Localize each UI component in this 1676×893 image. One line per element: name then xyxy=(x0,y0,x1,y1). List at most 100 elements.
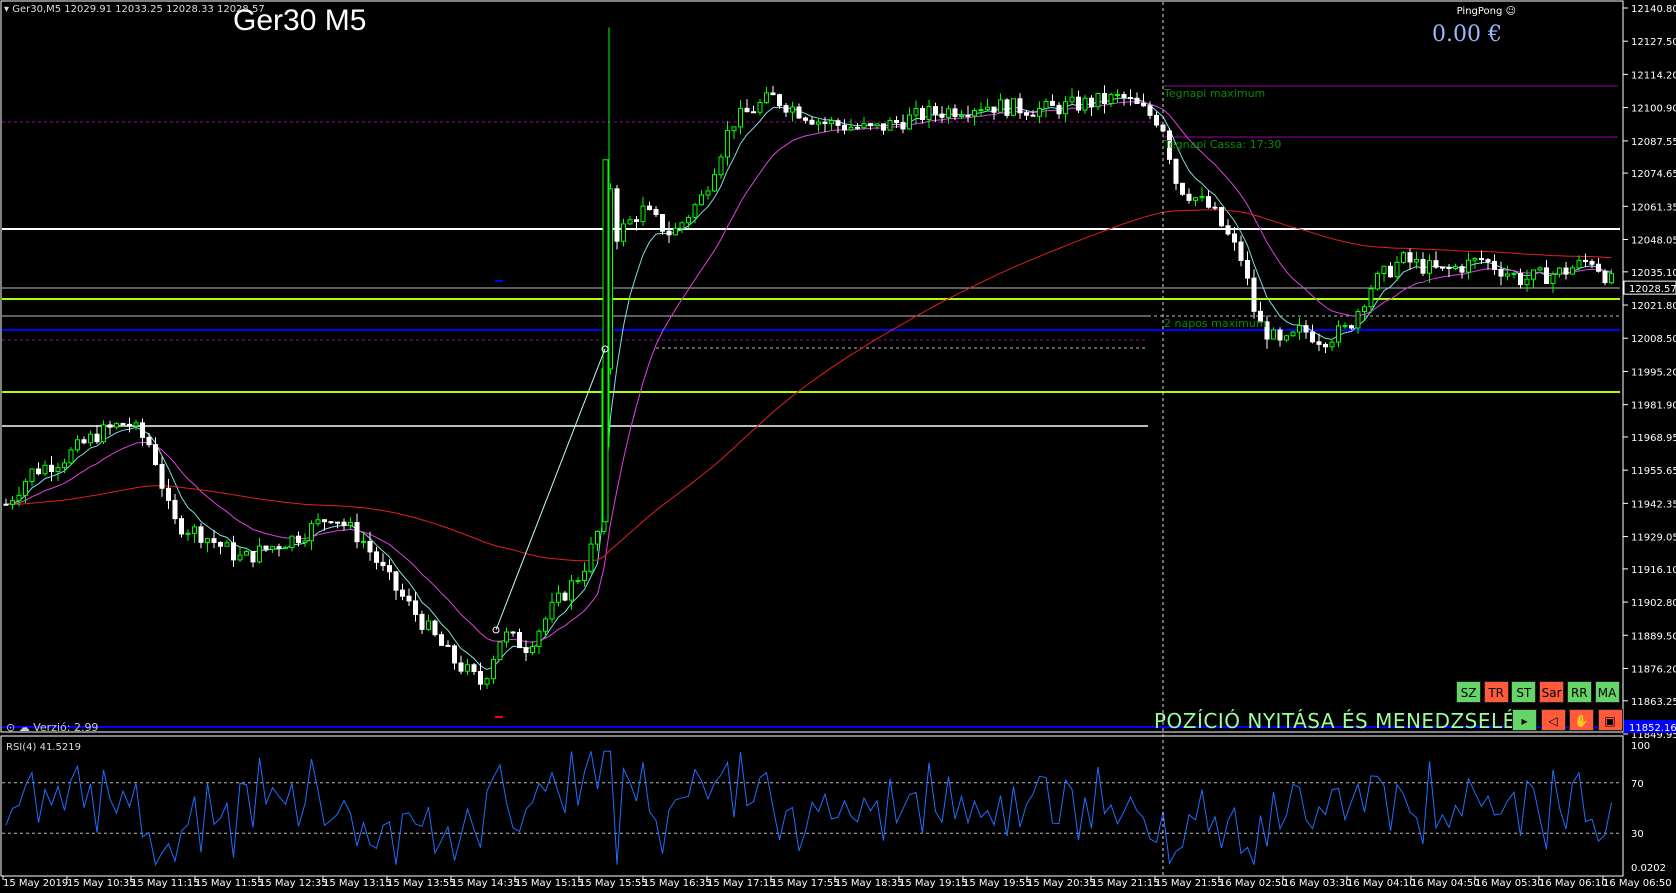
candle-body xyxy=(1524,278,1530,286)
candle-body xyxy=(3,503,9,506)
candle-body xyxy=(647,205,652,211)
rsi-chart-area[interactable] xyxy=(0,735,1624,877)
candle-body xyxy=(1329,341,1335,348)
candle-body xyxy=(354,522,360,543)
time-label: 16 May 06:10 xyxy=(1539,878,1608,889)
candle-body xyxy=(536,630,542,648)
candle-body xyxy=(1375,272,1380,290)
price-label: 12061.35 xyxy=(1631,202,1676,213)
time-label: 15 May 2019 xyxy=(3,878,68,889)
candle-body xyxy=(309,523,314,542)
candle-body xyxy=(835,120,841,126)
candle-body xyxy=(978,109,984,112)
candle-body xyxy=(809,119,815,125)
hand-icon[interactable]: ✋ xyxy=(1569,709,1594,731)
candle-body xyxy=(1063,101,1068,115)
panel-title: POZÍCIÓ NYITÁSA ÉS MENEDZSELÉS xyxy=(1154,709,1529,733)
price-label: 12035.10 xyxy=(1631,268,1676,279)
candle-body xyxy=(497,641,503,661)
candle-body xyxy=(1017,98,1023,114)
candle-body xyxy=(419,613,425,630)
candle-body xyxy=(1323,343,1328,348)
candle-body xyxy=(959,114,964,117)
panel-button-ma[interactable]: MA xyxy=(1594,681,1620,703)
settings-icon[interactable]: ⊙ ☁ xyxy=(6,721,33,734)
ea-name: PingPong ☺ xyxy=(1457,6,1516,17)
candle-body xyxy=(432,620,438,636)
candle-body xyxy=(543,618,548,632)
candle-body xyxy=(1082,97,1088,111)
candle-body xyxy=(1108,94,1114,105)
panel-button-rr[interactable]: RR xyxy=(1566,681,1592,703)
candle-body xyxy=(263,545,269,550)
time-label: 15 May 20:35 xyxy=(1027,878,1096,889)
candle-body xyxy=(595,530,600,545)
main-chart-area[interactable] xyxy=(0,0,1624,733)
candle-body xyxy=(1576,259,1582,269)
windows-icon[interactable]: ▣ xyxy=(1597,709,1623,731)
candle-body xyxy=(361,540,366,543)
triangle-down-icon[interactable]: ▾ xyxy=(4,4,12,15)
time-label: 15 May 14:35 xyxy=(451,878,520,889)
candle-body xyxy=(185,532,191,535)
candle-body xyxy=(1537,267,1543,271)
candle-body xyxy=(530,646,535,654)
candle-body xyxy=(1401,252,1406,263)
candle-body xyxy=(705,190,711,196)
two-day-max-label: 2 napos maximum xyxy=(1164,317,1267,330)
candle-body xyxy=(920,107,925,120)
candle-body xyxy=(179,518,184,535)
time-label: 15 May 13:55 xyxy=(387,878,456,889)
version-text: Verzió: 2.99 xyxy=(33,721,99,734)
candle-body xyxy=(504,631,509,643)
price-label: 12074.65 xyxy=(1631,169,1676,180)
candle-body xyxy=(302,540,308,543)
panel-button-sz[interactable]: SZ xyxy=(1456,681,1481,703)
candle-body xyxy=(549,601,555,620)
candle-body xyxy=(1115,94,1120,97)
candle-body xyxy=(1505,273,1510,277)
price-label: 11968.95 xyxy=(1631,433,1676,444)
candle-body xyxy=(881,123,886,131)
time-label: 15 May 11:55 xyxy=(195,878,264,889)
candle-body xyxy=(1518,272,1523,286)
time-label: 15 May 18:35 xyxy=(835,878,904,889)
candle-body xyxy=(1433,260,1439,268)
time-label: 15 May 21:55 xyxy=(1155,878,1224,889)
price-label: 12021.80 xyxy=(1631,301,1676,312)
candle-body xyxy=(387,565,392,573)
time-axis: 15 May 201915 May 10:3515 May 11:1515 Ma… xyxy=(2,876,1672,889)
symbol-ohlc: Ger30,M5 12029.91 12033.25 12028.33 1202… xyxy=(12,4,265,15)
candle-body xyxy=(1121,94,1127,99)
candle-body xyxy=(1004,99,1010,116)
candle-body xyxy=(231,542,236,561)
candle-body xyxy=(1303,325,1309,333)
panel-button-st[interactable]: ST xyxy=(1511,681,1537,703)
panel-button-tr[interactable]: TR xyxy=(1483,681,1509,703)
play-icon[interactable]: ▸ xyxy=(1512,709,1537,731)
candle-body xyxy=(822,121,828,124)
candle-body xyxy=(861,123,867,129)
candle-body xyxy=(270,546,275,550)
candle-body xyxy=(159,464,165,489)
time-label: 16 May 04:50 xyxy=(1411,878,1480,889)
candle-body xyxy=(1199,196,1205,199)
candle-body xyxy=(1297,325,1302,333)
candle-body xyxy=(1394,261,1400,278)
candle-body xyxy=(848,126,854,131)
price-label: 11902.80 xyxy=(1631,598,1676,609)
price-chart[interactable]: 10070300.0202 12140.8012127.5012114.2012… xyxy=(0,0,1676,893)
candle-body xyxy=(478,671,483,685)
panel-button-sar[interactable]: Sar xyxy=(1539,681,1565,703)
candle-body xyxy=(712,174,717,192)
candle-body xyxy=(1596,263,1601,272)
candle-body xyxy=(1336,325,1341,343)
candle-body xyxy=(1251,277,1257,312)
time-label: 15 May 19:55 xyxy=(963,878,1032,889)
price-label: 12114.20 xyxy=(1631,70,1676,81)
candle-body xyxy=(783,105,789,113)
arrow-left-icon[interactable]: ◁ xyxy=(1540,709,1566,731)
candle-body xyxy=(725,130,730,158)
candle-body xyxy=(790,106,795,113)
candle-body xyxy=(283,546,288,549)
